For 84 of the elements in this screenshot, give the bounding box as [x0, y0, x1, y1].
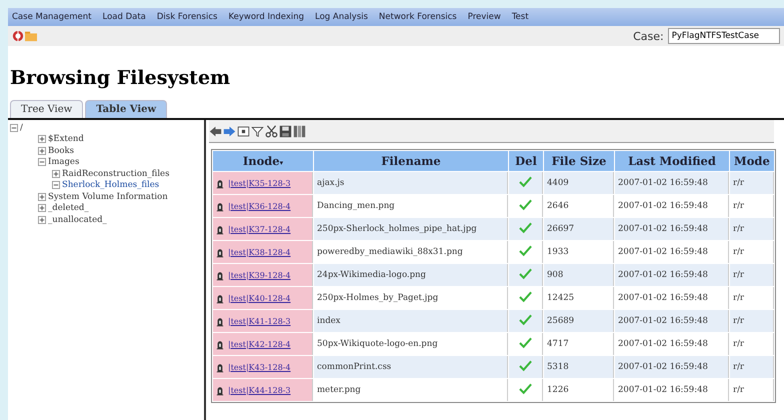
expand-icon[interactable]	[38, 146, 46, 155]
table-cell: 12425	[547, 293, 574, 303]
table-cell: r/r	[733, 178, 744, 188]
filter-icon[interactable]	[251, 124, 264, 138]
table-cell: r/r	[733, 385, 744, 395]
table-cell: 2007-01-02 16:59:48	[618, 201, 708, 211]
page-title: Browsing Filesystem	[9, 66, 232, 91]
table-cell: 24px-Wikimedia-logo.png	[317, 270, 426, 280]
table-cell: 2007-01-02 16:59:48	[618, 224, 708, 234]
collapse-icon[interactable]	[52, 181, 60, 190]
tab[interactable]: Table View	[85, 100, 168, 118]
table-cell: 2007-01-02 16:59:48	[618, 247, 708, 257]
tree-item[interactable]: _deleted_	[48, 203, 89, 214]
table-cell: meter.png	[317, 385, 361, 395]
table-cell: 2646	[547, 201, 569, 211]
tree-item[interactable]: Sherlock_Holmes_files	[62, 180, 160, 190]
table-cell: 2007-01-02 16:59:48	[618, 385, 708, 395]
table-cell: r/r	[733, 247, 744, 257]
table-cell: 2007-01-02 16:59:48	[618, 270, 708, 280]
table-cell: 2007-01-02 16:59:48	[618, 362, 708, 372]
table-cell: r/r	[733, 224, 744, 234]
column-header[interactable]: Filename	[314, 151, 508, 171]
table-cell: commonPrint.css	[317, 362, 392, 372]
window-icon[interactable]	[237, 124, 250, 138]
table-cell: 250px-Sherlock_holmes_pipe_hat.jpg	[317, 224, 477, 234]
menu-item[interactable]: Test	[512, 12, 529, 22]
table-cell: 250px-Holmes_by_Paget.jpg	[317, 293, 438, 303]
save-icon[interactable]	[279, 124, 292, 138]
tree-item[interactable]: RaidReconstruction_files	[62, 168, 170, 179]
table-cell: ajax.js	[317, 178, 344, 188]
table-cell: 1933	[547, 247, 569, 257]
expand-icon[interactable]	[38, 216, 46, 224]
scissors-icon[interactable]	[265, 124, 278, 138]
menu-item[interactable]: Log Analysis	[315, 12, 368, 22]
table-cell: poweredby_mediawiki_88x31.png	[317, 247, 463, 257]
table-cell: 2007-01-02 16:59:48	[618, 316, 708, 326]
table-cell: index	[317, 316, 340, 326]
column-header[interactable]: Last Modified	[615, 151, 729, 171]
table-cell: 50px-Wikiquote-logo-en.png	[317, 339, 438, 349]
expand-icon[interactable]	[38, 192, 46, 201]
table-cell: 2007-01-02 16:59:48	[618, 339, 708, 349]
menu-item[interactable]: Keyword Indexing	[228, 12, 304, 22]
table-cell: 4409	[547, 178, 569, 188]
table-cell: r/r	[733, 201, 744, 211]
column-header[interactable]: Del	[509, 151, 543, 171]
forward-arrow-icon[interactable]	[223, 124, 236, 138]
tree-item[interactable]: Images	[48, 157, 80, 168]
tree-item[interactable]: $Extend	[48, 134, 84, 144]
table-cell: 26697	[547, 224, 574, 234]
table-cell: r/r	[733, 270, 744, 280]
menu-item[interactable]: Preview	[468, 12, 501, 22]
menu-item[interactable]: Case Management	[12, 12, 92, 22]
lifebuoy-icon[interactable]	[12, 30, 24, 42]
back-arrow-icon[interactable]	[209, 124, 222, 138]
table-cell: r/r	[733, 339, 744, 349]
tree-item[interactable]: _unallocated_	[48, 214, 107, 225]
column-header[interactable]: File Size	[544, 151, 614, 171]
table-cell: Dancing_men.png	[317, 201, 395, 211]
tab[interactable]: Tree View	[10, 100, 84, 118]
collapse-icon[interactable]	[38, 158, 46, 166]
tree-item[interactable]: /	[20, 122, 23, 133]
case-label: Case:	[633, 30, 664, 42]
table-cell: r/r	[733, 362, 744, 372]
table-cell: 1226	[547, 385, 569, 395]
table-cell: 2007-01-02 16:59:48	[618, 293, 708, 303]
table-cell: r/r	[733, 293, 744, 303]
collapse-icon[interactable]	[10, 124, 18, 132]
table-cell: 5318	[547, 362, 569, 372]
menu-item[interactable]: Load Data	[102, 12, 146, 22]
tree-item[interactable]: System Volume Information	[48, 192, 168, 202]
expand-icon[interactable]	[38, 204, 46, 212]
table-cell: 25689	[547, 316, 574, 326]
expand-icon[interactable]	[52, 170, 60, 178]
menu-item[interactable]: Disk Forensics	[156, 12, 218, 22]
table-cell: 908	[547, 270, 564, 280]
case-field[interactable]: PyFlagNTFSTestCase	[668, 28, 780, 44]
columns-icon[interactable]	[293, 124, 306, 138]
table-cell: r/r	[733, 316, 744, 326]
table-cell: 4717	[547, 339, 569, 349]
column-header[interactable]: Mode	[730, 151, 774, 171]
table-cell: 2007-01-02 16:59:48	[618, 178, 708, 188]
menu-item[interactable]: Network Forensics	[378, 12, 457, 22]
expand-icon[interactable]	[38, 135, 46, 144]
tree-item[interactable]: Books	[48, 146, 74, 156]
